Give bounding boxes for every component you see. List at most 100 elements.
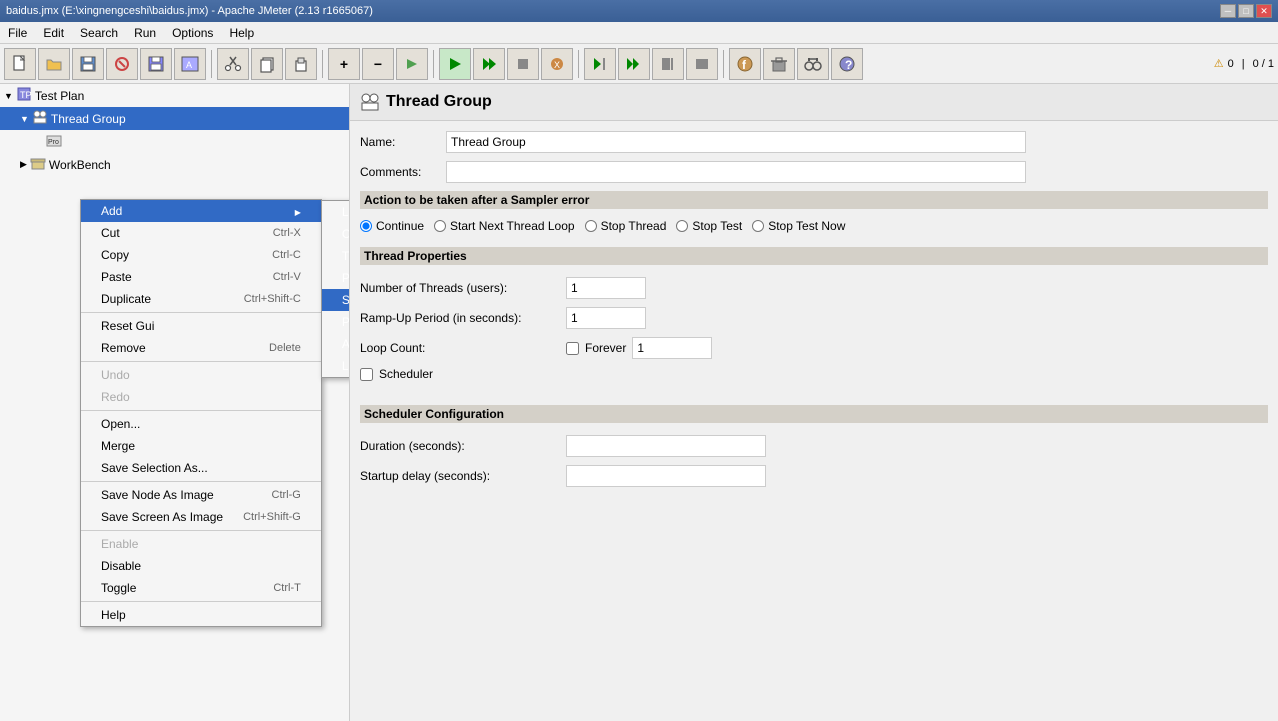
- menu-search[interactable]: Search: [72, 24, 126, 42]
- expand-icon: ▼: [4, 91, 13, 101]
- menu-help[interactable]: Help: [221, 24, 262, 42]
- radio-continue-input[interactable]: [360, 220, 372, 232]
- remote-stop-all-button[interactable]: [686, 48, 718, 80]
- open-button[interactable]: [38, 48, 70, 80]
- stop-button[interactable]: [507, 48, 539, 80]
- remote-start-all-button[interactable]: [618, 48, 650, 80]
- menu-file[interactable]: File: [0, 24, 35, 42]
- name-input[interactable]: [446, 131, 1026, 153]
- loop-forever-label: Forever: [585, 341, 626, 355]
- clear-all-button[interactable]: [763, 48, 795, 80]
- titlebar-title: baidus.jmx (E:\xingnengceshi\baidus.jmx)…: [6, 5, 373, 17]
- minimize-button[interactable]: ─: [1220, 4, 1236, 18]
- panel-title: Thread Group: [386, 93, 492, 111]
- ctx-merge[interactable]: Merge: [81, 435, 321, 457]
- add-logic-controller[interactable]: Logic Controller: [322, 201, 350, 223]
- loop-count-label: Loop Count:: [360, 341, 560, 355]
- comments-input[interactable]: [446, 161, 1026, 183]
- scheduler-label: Scheduler: [379, 367, 433, 381]
- save-as-button[interactable]: A: [174, 48, 206, 80]
- help-button[interactable]: ?: [831, 48, 863, 80]
- titlebar-controls[interactable]: ─ □ ✕: [1220, 4, 1272, 18]
- toggle-button[interactable]: [396, 48, 428, 80]
- ramp-up-input[interactable]: [566, 307, 646, 329]
- num-threads-input[interactable]: [566, 277, 646, 299]
- expand-button[interactable]: +: [328, 48, 360, 80]
- radio-stop-thread-input[interactable]: [585, 220, 597, 232]
- paste-button[interactable]: [285, 48, 317, 80]
- toolbar: A + − X f: [0, 44, 1278, 84]
- ctx-help[interactable]: Help: [81, 604, 321, 626]
- ctx-remove[interactable]: Remove Delete: [81, 337, 321, 359]
- ctx-reset-gui[interactable]: Reset Gui: [81, 315, 321, 337]
- thread-group-icon-panel: [360, 92, 380, 112]
- menu-run[interactable]: Run: [126, 24, 164, 42]
- cut-button[interactable]: [217, 48, 249, 80]
- menu-options[interactable]: Options: [164, 24, 221, 42]
- save-template-button[interactable]: [72, 48, 104, 80]
- svg-text:X: X: [554, 60, 560, 70]
- duration-row: Duration (seconds):: [360, 435, 1268, 457]
- remote-start-button[interactable]: [584, 48, 616, 80]
- main-area: ▼ TP Test Plan ▼ Thread Group ▶ Pro ▶ Wo…: [0, 84, 1278, 721]
- loop-count-input[interactable]: [632, 337, 712, 359]
- loop-count-controls: Forever: [566, 337, 712, 359]
- ctx-disable[interactable]: Disable: [81, 555, 321, 577]
- function-helper-button[interactable]: f: [729, 48, 761, 80]
- ctx-cut[interactable]: Cut Ctrl-X: [81, 222, 321, 244]
- workbench-icon: [30, 155, 46, 174]
- num-threads-row: Number of Threads (users):: [360, 277, 1268, 299]
- binoculars-button[interactable]: [797, 48, 829, 80]
- comments-row: Comments:: [360, 161, 1268, 183]
- add-pre-processors[interactable]: Pre Processors: [322, 267, 350, 289]
- add-post-processors[interactable]: Post Processors: [322, 311, 350, 333]
- remote-stop-button[interactable]: [652, 48, 684, 80]
- menu-edit[interactable]: Edit: [35, 24, 72, 42]
- add-assertions[interactable]: Assertions: [322, 333, 350, 355]
- add-config-element[interactable]: Config Element: [322, 223, 350, 245]
- startup-delay-input[interactable]: [566, 465, 766, 487]
- name-label: Name:: [360, 135, 440, 149]
- loop-forever-checkbox[interactable]: [566, 342, 579, 355]
- panel-content: Name: Comments: Action to be taken after…: [350, 121, 1278, 513]
- add-listener[interactable]: Listener: [322, 355, 350, 377]
- ctx-enable: Enable: [81, 533, 321, 555]
- clear-button[interactable]: X: [541, 48, 573, 80]
- tree-item-test-plan[interactable]: ▼ TP Test Plan: [0, 84, 349, 107]
- ctx-toggle[interactable]: Toggle Ctrl-T: [81, 577, 321, 599]
- tree-item-workbench[interactable]: ▶ Pro: [0, 130, 349, 153]
- add-sampler[interactable]: Sampler Access Log Sampler AJP/1.3 Sampl…: [322, 289, 350, 311]
- start-no-pause-button[interactable]: [473, 48, 505, 80]
- add-timer[interactable]: Timer: [322, 245, 350, 267]
- radio-stop-test-input[interactable]: [676, 220, 688, 232]
- tree-item-thread-group[interactable]: ▼ Thread Group: [0, 107, 349, 130]
- duration-input[interactable]: [566, 435, 766, 457]
- error-action-label: Action to be taken after a Sampler error: [360, 191, 1268, 209]
- scheduler-checkbox[interactable]: [360, 368, 373, 381]
- ctx-sep4: [81, 481, 321, 482]
- toolbar-status: ⚠ 0 | 0 / 1: [1214, 57, 1274, 70]
- copy-button[interactable]: [251, 48, 283, 80]
- ctx-save-selection[interactable]: Save Selection As...: [81, 457, 321, 479]
- radio-start-next-input[interactable]: [434, 220, 446, 232]
- ctx-save-screen[interactable]: Save Screen As Image Ctrl+Shift-G: [81, 506, 321, 528]
- close-button[interactable]: ✕: [1256, 4, 1272, 18]
- ctx-duplicate[interactable]: Duplicate Ctrl+Shift-C: [81, 288, 321, 310]
- ctx-add[interactable]: Add Logic Controller Config Element Time…: [81, 200, 321, 222]
- comments-label: Comments:: [360, 165, 440, 179]
- new-button[interactable]: [4, 48, 36, 80]
- sep3: [433, 50, 434, 78]
- ctx-open[interactable]: Open...: [81, 413, 321, 435]
- radio-stop-test-now-input[interactable]: [752, 220, 764, 232]
- ctx-paste[interactable]: Paste Ctrl-V: [81, 266, 321, 288]
- sep4: [578, 50, 579, 78]
- maximize-button[interactable]: □: [1238, 4, 1254, 18]
- save-button[interactable]: [140, 48, 172, 80]
- tree-item-workbench2[interactable]: ▶ WorkBench: [0, 153, 349, 176]
- ctx-save-node[interactable]: Save Node As Image Ctrl-G: [81, 484, 321, 506]
- revert-button[interactable]: [106, 48, 138, 80]
- ramp-up-label: Ramp-Up Period (in seconds):: [360, 311, 560, 325]
- ctx-copy[interactable]: Copy Ctrl-C: [81, 244, 321, 266]
- collapse-button[interactable]: −: [362, 48, 394, 80]
- start-button[interactable]: [439, 48, 471, 80]
